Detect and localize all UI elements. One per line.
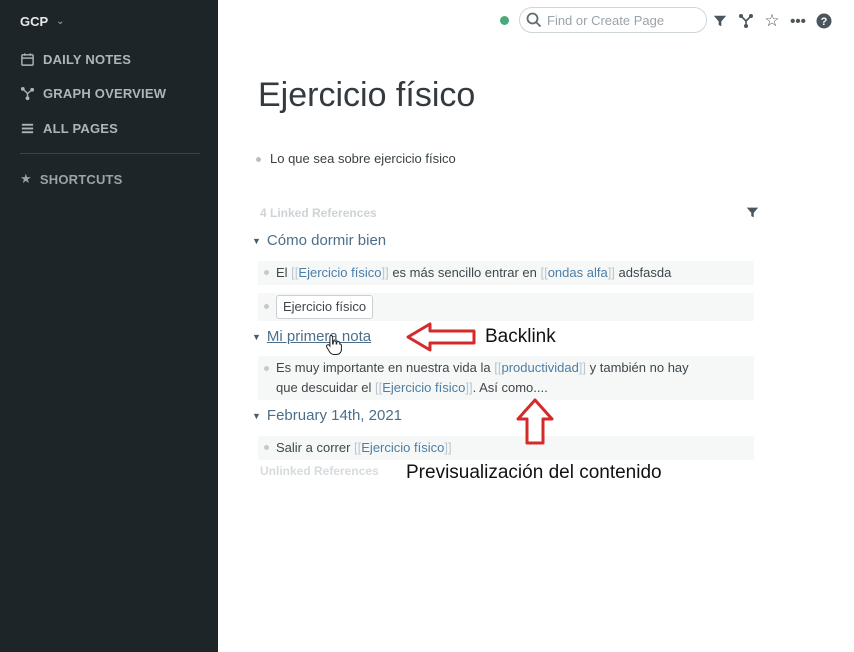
sidebar-item-graph-overview[interactable]: GRAPH OVERVIEW — [20, 86, 166, 101]
sidebar-item-label: ALL PAGES — [43, 121, 118, 136]
more-icon[interactable]: ••• — [789, 12, 807, 30]
sidebar-item-daily-notes[interactable]: DAILY NOTES — [20, 52, 131, 67]
page-link[interactable]: Ejercicio físico — [382, 380, 465, 395]
search-icon — [526, 12, 542, 28]
block[interactable]: Lo que sea sobre ejercicio físico — [256, 151, 456, 166]
filter-icon[interactable] — [711, 12, 729, 30]
caret-down-icon[interactable]: ▼ — [252, 411, 261, 421]
bracket: ]] — [444, 440, 452, 455]
hand-cursor-icon — [325, 334, 342, 355]
block-text: Es muy importante en nuestra vida la — [276, 360, 495, 375]
reference-group-title: ▼ Mi primera nota — [252, 328, 371, 345]
bullet-icon[interactable] — [264, 304, 269, 309]
page-link[interactable]: productividad — [501, 360, 578, 375]
bracket: [[ — [540, 265, 548, 280]
reference-block[interactable]: Ejercicio físico — [258, 293, 754, 321]
graph-icon — [20, 86, 35, 101]
sidebar-item-label: GRAPH OVERVIEW — [43, 86, 167, 101]
preview-arrow-icon — [516, 398, 554, 445]
caret-down-icon[interactable]: ▼ — [252, 332, 261, 342]
block-text: es más sencillo entrar en — [388, 265, 541, 280]
page-embed[interactable]: Ejercicio físico — [276, 295, 374, 319]
reference-group-title: ▼ Cómo dormir bien — [252, 232, 386, 249]
page-link[interactable]: ondas alfa — [548, 265, 608, 280]
sidebar-item-shortcuts[interactable]: ★ SHORTCUTS — [20, 171, 123, 187]
block-text: Lo que sea sobre ejercicio físico — [270, 151, 456, 166]
graph-icon[interactable] — [737, 12, 755, 30]
search-bar[interactable] — [519, 7, 707, 33]
bullet-icon[interactable] — [264, 445, 269, 450]
page-link[interactable]: February 14th, 2021 — [267, 407, 402, 424]
bullet-icon[interactable] — [264, 270, 269, 275]
reference-block[interactable]: Es muy importante en nuestra vida la [[p… — [258, 356, 754, 400]
list-icon — [21, 123, 34, 134]
block-text: . Así como.... — [472, 380, 548, 395]
help-icon[interactable]: ? — [815, 12, 833, 30]
page-link[interactable]: Ejercicio físico — [361, 440, 444, 455]
block-text: adsfasda — [614, 265, 672, 280]
bracket: ]] — [381, 265, 389, 280]
sidebar-item-label: SHORTCUTS — [39, 171, 123, 187]
bracket: ]] — [578, 360, 587, 375]
page-link[interactable]: Ejercicio físico — [298, 265, 381, 280]
sidebar-divider — [20, 153, 200, 154]
block-text: Salir a correr — [276, 440, 355, 455]
reference-block[interactable]: El [[ Ejercicio físico]] es más sencillo … — [258, 261, 754, 285]
annotation-backlink: Backlink — [485, 326, 556, 347]
bullet-icon[interactable] — [256, 157, 261, 163]
graph-name: GCP — [20, 14, 49, 29]
page-title[interactable]: Ejercicio físico — [258, 76, 475, 115]
reference-group-title: ▼ February 14th, 2021 — [252, 407, 402, 424]
sidebar-item-label: DAILY NOTES — [43, 52, 132, 67]
chevron-down-icon: ⌄ — [56, 16, 65, 27]
sidebar-item-all-pages[interactable]: ALL PAGES — [20, 121, 118, 136]
star-icon[interactable]: ☆ — [763, 11, 781, 30]
block-text: que descuidar el — [276, 380, 376, 395]
sidebar: GCP ⌄ DAILY NOTES GRAPH OVERVIEW ALL PAG… — [0, 0, 218, 652]
caret-down-icon[interactable]: ▼ — [252, 236, 261, 246]
annotation-preview: Previsualización del contenido — [406, 462, 662, 483]
block-text: El — [276, 265, 292, 280]
bracket: ]] — [607, 265, 615, 280]
bullet-icon[interactable] — [264, 366, 269, 371]
search-input[interactable] — [547, 12, 697, 28]
bracket: ]] — [465, 380, 473, 395]
block-text: y también no hay — [586, 360, 689, 375]
page-link[interactable]: Mi primera nota — [267, 328, 371, 345]
graph-switcher[interactable]: GCP ⌄ — [20, 14, 65, 29]
reference-block[interactable]: Salir a correr [[Ejercicio físico]] — [258, 436, 754, 460]
linked-references-header: 4 Linked References — [260, 206, 377, 220]
filter-icon[interactable] — [746, 206, 759, 224]
calendar-icon — [21, 53, 34, 66]
star-icon: ★ — [20, 171, 32, 186]
page-link[interactable]: Cómo dormir bien — [267, 232, 386, 249]
backlink-arrow-icon — [406, 322, 476, 352]
unlinked-references-header[interactable]: Unlinked References — [260, 464, 379, 478]
svg-text:?: ? — [821, 16, 828, 28]
sync-status-dot — [500, 16, 509, 25]
